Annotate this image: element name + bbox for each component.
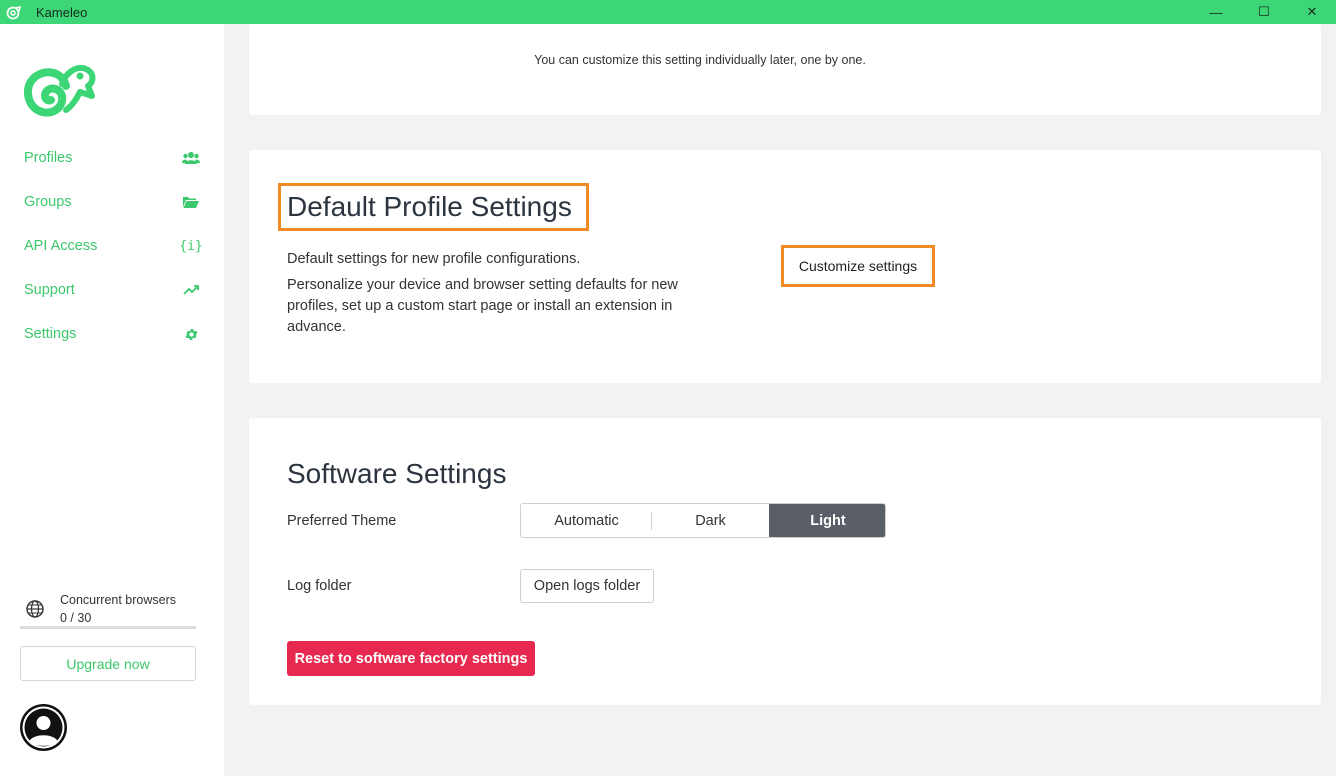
- software-settings-card: Software Settings Preferred Theme Automa…: [249, 418, 1321, 705]
- window-controls: — ☐ ✕: [1192, 0, 1336, 24]
- sidebar-item-groups[interactable]: Groups: [24, 189, 200, 215]
- customize-settings-button[interactable]: Customize settings: [781, 245, 935, 287]
- trend-icon: [182, 281, 200, 299]
- title-bar: Kameleo — ☐ ✕: [0, 0, 1336, 24]
- customize-note-card: You can customize this setting individua…: [249, 24, 1321, 115]
- customize-note-text: You can customize this setting individua…: [534, 53, 866, 67]
- concurrent-progress-bar: [20, 626, 196, 629]
- theme-option-automatic[interactable]: Automatic: [521, 504, 652, 537]
- minimize-button[interactable]: —: [1192, 0, 1240, 24]
- concurrent-browsers: Concurrent browsers 0 / 30: [24, 587, 196, 631]
- sidebar-item-settings[interactable]: Settings: [24, 321, 200, 347]
- theme-selector: Automatic Dark Light: [520, 503, 886, 538]
- sidebar-item-api-access[interactable]: API Access {i}: [24, 233, 203, 259]
- theme-option-light[interactable]: Light: [769, 504, 885, 537]
- avatar[interactable]: [20, 704, 67, 751]
- default-profile-settings-card: Default Profile Settings Default setting…: [249, 150, 1321, 383]
- globe-icon: [26, 600, 44, 618]
- folder-open-icon: [182, 193, 200, 211]
- log-folder-label: Log folder: [287, 578, 352, 594]
- maximize-button[interactable]: ☐: [1240, 0, 1288, 24]
- window-title: Kameleo: [36, 4, 88, 20]
- close-button[interactable]: ✕: [1288, 0, 1336, 24]
- section-title: Software Settings: [287, 458, 507, 489]
- reset-factory-settings-button[interactable]: Reset to software factory settings: [287, 641, 535, 676]
- theme-option-dark[interactable]: Dark: [652, 504, 769, 537]
- page-title: Default Profile Settings: [287, 191, 572, 222]
- sidebar-item-profiles[interactable]: Profiles: [24, 145, 200, 171]
- concurrent-value: 0 / 30: [60, 611, 92, 625]
- braces-icon: {i}: [179, 238, 203, 254]
- gear-icon: [182, 325, 200, 343]
- sidebar-item-label: Support: [24, 282, 75, 298]
- kameleo-logo[interactable]: [22, 58, 96, 122]
- preferred-theme-label: Preferred Theme: [287, 513, 397, 529]
- open-logs-folder-button[interactable]: Open logs folder: [520, 569, 654, 603]
- sidebar-item-label: Profiles: [24, 150, 73, 166]
- sidebar-item-label: API Access: [24, 238, 98, 254]
- upgrade-button[interactable]: Upgrade now: [20, 646, 196, 681]
- concurrent-label: Concurrent browsers: [60, 593, 177, 607]
- default-profile-description: Default settings for new profile configu…: [287, 251, 581, 267]
- sidebar-item-support[interactable]: Support: [24, 277, 200, 303]
- users-icon: [182, 149, 200, 167]
- sidebar-item-label: Groups: [24, 194, 72, 210]
- default-profile-details: Personalize your device and browser sett…: [287, 277, 678, 335]
- sidebar-item-label: Settings: [24, 326, 77, 342]
- kameleo-logo-icon: [6, 5, 22, 20]
- sidebar: Profiles Groups API Access {i} Support S…: [0, 24, 224, 776]
